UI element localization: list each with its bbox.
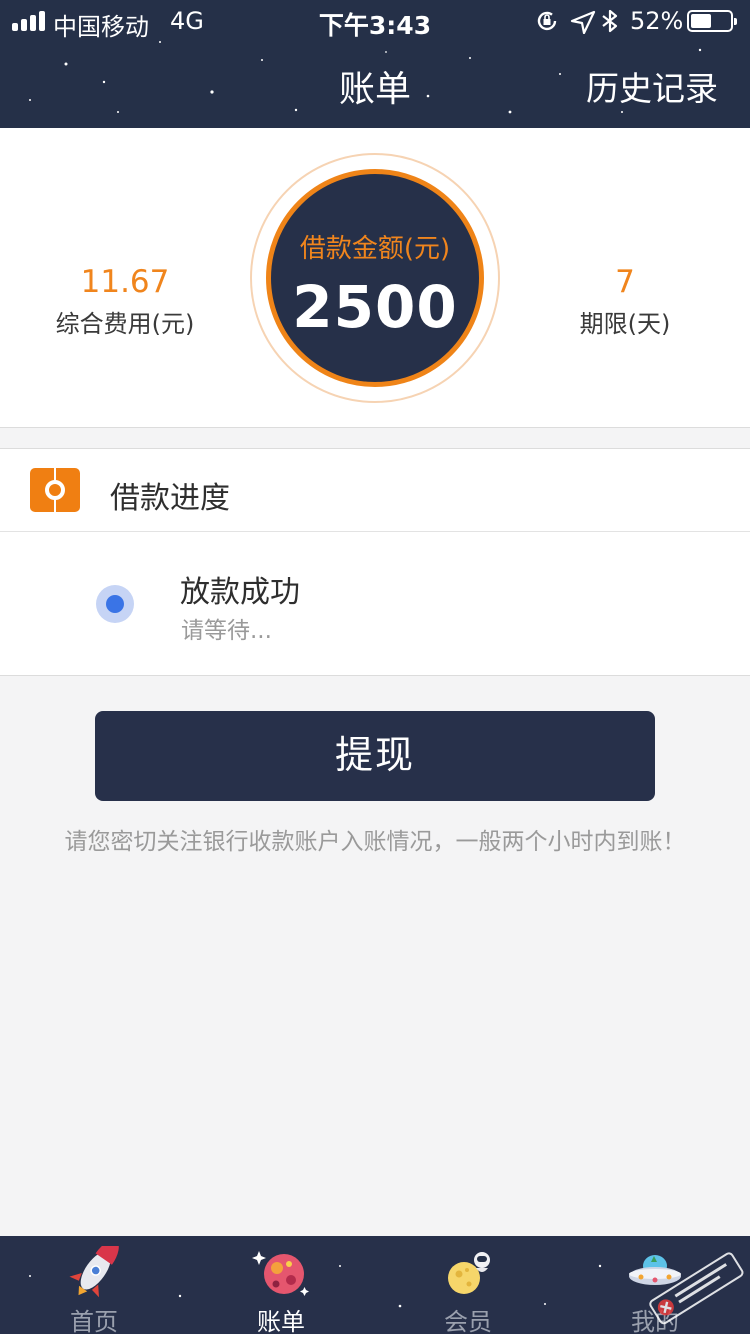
app-header: 中国移动 4G 下午3:43 52% 账单 历史记录	[0, 0, 750, 128]
progress-target-icon	[30, 468, 80, 512]
rocket-icon	[69, 1246, 119, 1298]
progress-title: 借款进度	[110, 481, 230, 516]
loan-amount-circle: 借款金额(元) 2500	[266, 169, 484, 387]
moon-astronaut-icon	[448, 1252, 490, 1294]
fee-stat: 11.67 综合费用(元)	[15, 264, 235, 339]
term-stat: 7 期限(天)	[515, 264, 735, 339]
location-arrow-icon	[570, 10, 596, 34]
step-status-dot-icon	[96, 585, 134, 623]
step-subtitle: 请等待...	[181, 618, 272, 644]
loan-progress-section: 借款进度 放款成功 请等待...	[0, 448, 750, 676]
step-title: 放款成功	[180, 575, 300, 610]
bottom-tab-bar: 首页 账单 会员 我的	[0, 1236, 750, 1334]
tab-bill-label: 账单	[257, 1308, 305, 1334]
tab-bill[interactable]: 账单	[206, 1236, 356, 1334]
battery-percent: 52%	[630, 7, 684, 35]
arrival-notice: 请您密切关注银行收款账户入账情况，一般两个小时内到账！	[64, 829, 686, 855]
progress-header: 借款进度	[0, 449, 750, 532]
planet-icon	[252, 1251, 309, 1296]
status-bar: 中国移动 4G 下午3:43 52%	[0, 0, 750, 42]
fee-label: 综合费用(元)	[55, 310, 195, 338]
term-value: 7	[615, 264, 635, 300]
bluetooth-icon	[602, 9, 618, 33]
history-button[interactable]: 历史记录	[586, 62, 718, 110]
tab-home-label: 首页	[70, 1308, 118, 1334]
loan-amount-caption: 借款金额(元)	[299, 234, 451, 264]
rotation-lock-icon	[537, 11, 557, 31]
tab-home[interactable]: 首页	[19, 1236, 169, 1334]
tab-membership[interactable]: 会员	[393, 1236, 543, 1334]
withdraw-button[interactable]: 提现	[95, 711, 655, 801]
battery-icon	[687, 10, 737, 32]
loan-summary-card: 11.67 综合费用(元) 借款金额(元) 2500 7 期限(天)	[0, 128, 750, 428]
watermark-logo	[649, 1252, 744, 1325]
status-icons	[537, 9, 618, 34]
term-label: 期限(天)	[579, 310, 671, 338]
loan-amount-value: 2500	[292, 273, 458, 341]
tab-membership-label: 会员	[444, 1308, 492, 1334]
fee-value: 11.67	[80, 264, 170, 300]
